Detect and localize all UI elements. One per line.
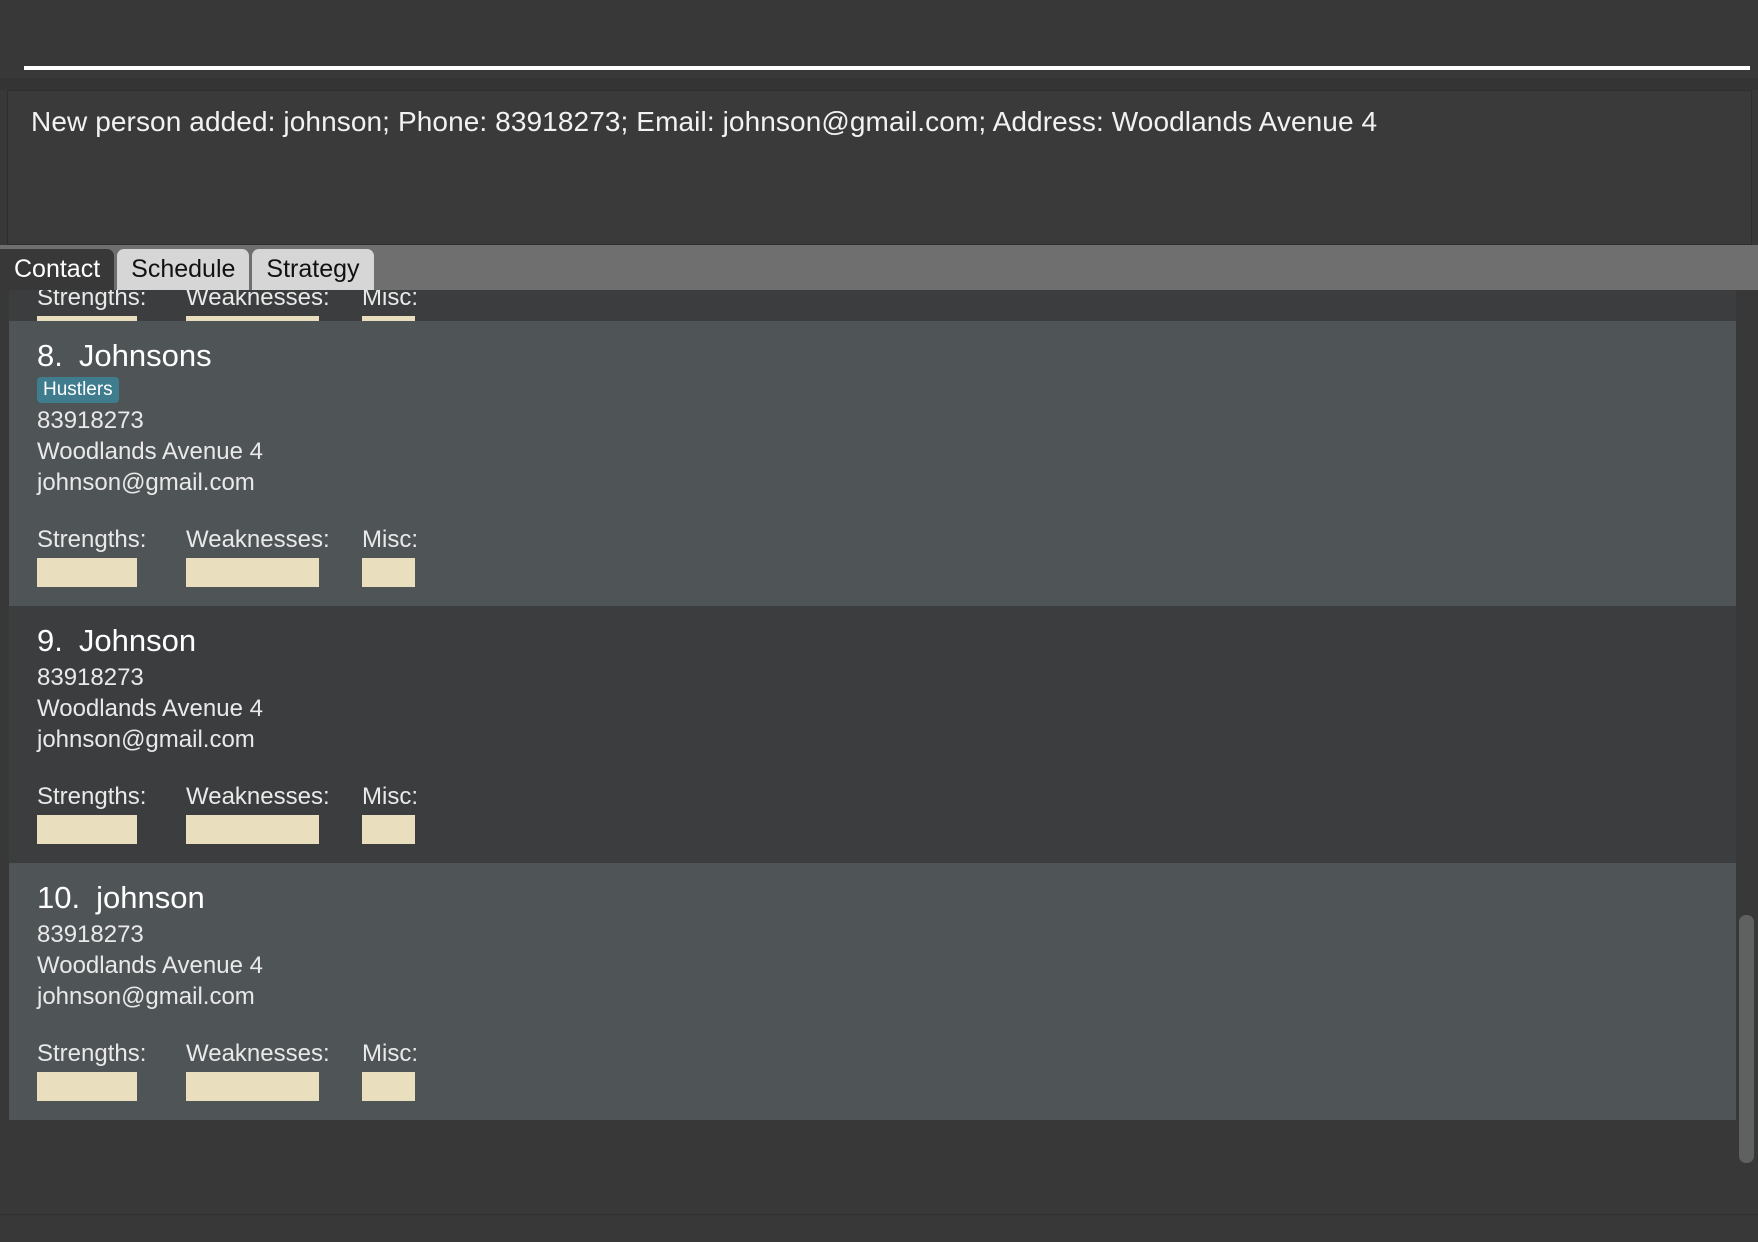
- weaknesses-input[interactable]: [186, 815, 319, 844]
- field-label-misc: Misc:: [362, 526, 418, 553]
- list-item-partial[interactable]: Strengths: Weaknesses: Misc:: [9, 290, 1750, 345]
- misc-input[interactable]: [362, 558, 415, 587]
- contact-index: 10.: [37, 880, 81, 915]
- strengths-input[interactable]: [37, 1072, 137, 1101]
- list-item[interactable]: 8. Johnsons Hustlers 83918273 Woodlands A…: [9, 321, 1750, 606]
- contact-list-region: Strengths: Weaknesses: Misc: 8. Johnsons…: [0, 290, 1758, 1242]
- field-label-misc: Misc:: [362, 290, 418, 311]
- contact-name: Johnsons: [78, 338, 212, 373]
- contact-index: 9.: [37, 623, 63, 658]
- field-weaknesses: Weaknesses:: [186, 783, 330, 844]
- tab-schedule[interactable]: Schedule: [117, 249, 250, 290]
- field-strengths: Strengths:: [37, 526, 146, 587]
- contact-tag-row: Hustlers: [37, 377, 1750, 403]
- contact-name: johnson: [96, 880, 205, 915]
- contact-email: johnson@gmail.com: [37, 726, 255, 753]
- result-message: New person added: johnson; Phone: 839182…: [31, 106, 1378, 137]
- field-misc: Misc:: [362, 1040, 418, 1101]
- field-misc: Misc:: [362, 783, 418, 844]
- app-window: New person added: johnson; Phone: 839182…: [0, 0, 1758, 1242]
- tab-bar: Contact Schedule Strategy: [0, 245, 1758, 290]
- field-strengths: Strengths:: [37, 1040, 146, 1101]
- field-weaknesses: Weaknesses:: [186, 1040, 330, 1101]
- strengths-input[interactable]: [37, 558, 137, 587]
- field-label-weaknesses: Weaknesses:: [186, 290, 330, 311]
- field-label-strengths: Strengths:: [37, 290, 147, 311]
- list-footer: [0, 1214, 1758, 1242]
- contact-title: 10. johnson: [37, 879, 1750, 917]
- field-misc: Misc:: [362, 526, 418, 587]
- strengths-input[interactable]: [37, 815, 137, 844]
- contact-email: johnson@gmail.com: [37, 983, 255, 1010]
- misc-input[interactable]: [362, 815, 415, 844]
- list-item[interactable]: 9. Johnson 83918273 Woodlands Avenue 4 jo…: [9, 606, 1750, 863]
- contact-title: 8. Johnsons: [37, 337, 1750, 375]
- field-label-weaknesses: Weaknesses:: [186, 1040, 330, 1067]
- tab-strategy[interactable]: Strategy: [252, 249, 374, 290]
- contact-address: Woodlands Avenue 4: [37, 438, 263, 465]
- field-label-weaknesses: Weaknesses:: [186, 526, 330, 553]
- tab-contact[interactable]: Contact: [0, 249, 115, 290]
- result-display-box: New person added: johnson; Phone: 839182…: [7, 90, 1752, 245]
- contact-email: johnson@gmail.com: [37, 469, 255, 496]
- contact-phone: 83918273: [37, 921, 144, 948]
- contact-address: Woodlands Avenue 4: [37, 952, 263, 979]
- command-divider: [0, 78, 1758, 90]
- contact-name: Johnson: [78, 623, 197, 658]
- field-label-strengths: Strengths:: [37, 526, 147, 553]
- field-row: Strengths: Weaknesses: Misc:: [9, 783, 1750, 845]
- field-label-weaknesses: Weaknesses:: [186, 783, 330, 810]
- field-label-strengths: Strengths:: [37, 783, 147, 810]
- contact-tag[interactable]: Hustlers: [37, 377, 119, 403]
- contact-phone: 83918273: [37, 664, 144, 691]
- field-weaknesses: Weaknesses:: [186, 526, 330, 587]
- command-input-area: [0, 0, 1758, 78]
- list-scrollbar[interactable]: [1736, 290, 1758, 1215]
- field-label-misc: Misc:: [362, 783, 418, 810]
- contact-list-viewport: Strengths: Weaknesses: Misc: 8. Johnsons…: [9, 290, 1750, 1215]
- field-row: Strengths: Weaknesses: Misc:: [9, 1040, 1750, 1102]
- field-label-misc: Misc:: [362, 1040, 418, 1067]
- misc-input[interactable]: [362, 1072, 415, 1101]
- field-row: Strengths: Weaknesses: Misc:: [9, 526, 1750, 588]
- field-strengths: Strengths:: [37, 783, 146, 844]
- weaknesses-input[interactable]: [186, 558, 319, 587]
- weaknesses-input[interactable]: [186, 1072, 319, 1101]
- field-label-strengths: Strengths:: [37, 1040, 147, 1067]
- scrollbar-thumb[interactable]: [1739, 915, 1754, 1163]
- contact-phone: 83918273: [37, 407, 144, 434]
- command-input[interactable]: [24, 66, 1750, 70]
- list-item[interactable]: 10. johnson 83918273 Woodlands Avenue 4 j…: [9, 863, 1750, 1120]
- contact-address: Woodlands Avenue 4: [37, 695, 263, 722]
- contact-index: 8.: [37, 338, 63, 373]
- contact-title: 9. Johnson: [37, 622, 1750, 660]
